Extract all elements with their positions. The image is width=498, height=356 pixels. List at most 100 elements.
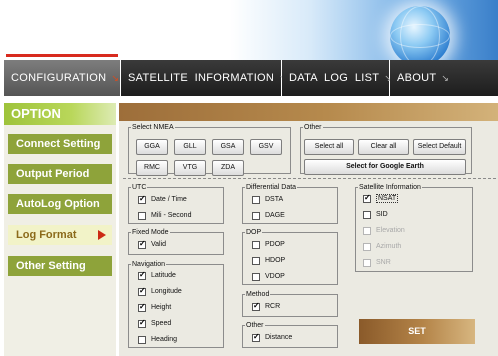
- sat-nsat-checkbox[interactable]: NSAT: [363, 193, 399, 204]
- checkbox-checked[interactable]: [138, 302, 146, 312]
- nmea-vtg-button[interactable]: VTG: [174, 160, 206, 176]
- tab-about-label: ABOUT: [397, 72, 437, 84]
- tab-data-log-list-label: DATA LOG LIST: [289, 72, 380, 84]
- utc-group: UTC Date / Time Mili - Second: [128, 184, 224, 224]
- sidebar-item-label: Other Setting: [16, 260, 86, 272]
- clear-all-button[interactable]: Clear all: [358, 139, 409, 155]
- section-divider: [123, 178, 496, 179]
- checkbox-label: Azimuth: [376, 243, 402, 250]
- tab-satellite-information-label: SATELLITE INFORMATION: [128, 72, 275, 84]
- nav-height-checkbox[interactable]: Height: [138, 302, 171, 313]
- checkbox-checked[interactable]: [138, 239, 146, 249]
- checkbox-label: Height: [151, 304, 172, 311]
- navigation-group: Navigation Latitude Longitude Height Spe…: [128, 261, 224, 348]
- tab-data-log-list[interactable]: DATA LOG LIST ↘: [282, 60, 392, 96]
- dop-legend: DOP: [246, 229, 262, 236]
- navigation-legend: Navigation: [132, 261, 166, 268]
- checkbox-checked[interactable]: [252, 301, 260, 311]
- checkbox-unchecked[interactable]: [252, 195, 260, 204]
- differential-data-legend: Differential Data: [246, 184, 297, 191]
- header-accent-line: [6, 54, 118, 57]
- nmea-gsv-button[interactable]: GSV: [250, 139, 282, 155]
- fixed-mode-group: Fixed Mode Valid: [128, 229, 224, 255]
- arrow-down-right-icon: ↘: [441, 72, 450, 83]
- fixed-mode-legend: Fixed Mode: [132, 229, 169, 236]
- method-group: Method RCR: [242, 291, 338, 317]
- checkbox-unchecked[interactable]: [138, 335, 146, 344]
- checkbox-unchecked[interactable]: [138, 211, 146, 220]
- checkbox-unchecked[interactable]: [252, 256, 260, 265]
- select-for-google-earth-button[interactable]: Select for Google Earth: [304, 159, 466, 175]
- dop-hdop-checkbox[interactable]: HDOP: [252, 255, 285, 266]
- nmea-zda-button[interactable]: ZDA: [212, 160, 244, 176]
- diff-dage-checkbox[interactable]: DAGE: [252, 210, 285, 221]
- nmea-rmc-button[interactable]: RMC: [136, 160, 168, 176]
- checkbox-checked[interactable]: [363, 193, 371, 203]
- select-all-button[interactable]: Select all: [304, 139, 354, 155]
- checkbox-label: PDOP: [265, 241, 285, 248]
- checkbox-label: SID: [376, 211, 388, 218]
- checkbox-unchecked[interactable]: [252, 272, 260, 281]
- set-button[interactable]: SET: [359, 319, 475, 344]
- checkbox-checked[interactable]: [138, 270, 146, 280]
- nmea-gll-button[interactable]: GLL: [174, 139, 206, 155]
- fixed-mode-valid-checkbox[interactable]: Valid: [138, 239, 166, 250]
- checkbox-label: Distance: [265, 334, 293, 341]
- checkbox-unchecked[interactable]: [252, 240, 260, 249]
- globe-icon: [390, 6, 450, 60]
- sidebar-item-autolog-option[interactable]: AutoLog Option: [8, 194, 112, 214]
- sidebar-item-log-format[interactable]: Log Format: [8, 225, 112, 245]
- checkbox-label: Longitude: [151, 288, 182, 295]
- sidebar: OPTION Connect Setting Output Period Aut…: [4, 103, 116, 356]
- checkbox-disabled: [363, 242, 371, 251]
- checkbox-unchecked[interactable]: [252, 211, 260, 220]
- nav-longitude-checkbox[interactable]: Longitude: [138, 286, 182, 297]
- dop-group: DOP PDOP HDOP VDOP: [242, 229, 338, 285]
- checkbox-label: Heading: [151, 336, 178, 343]
- dop-vdop-checkbox[interactable]: VDOP: [252, 271, 285, 282]
- dop-pdop-checkbox[interactable]: PDOP: [252, 239, 285, 250]
- diff-dsta-checkbox[interactable]: DSTA: [252, 194, 283, 205]
- sidebar-item-other-setting[interactable]: Other Setting: [8, 256, 112, 276]
- utc-mili-second-checkbox[interactable]: Mili - Second: [138, 210, 191, 221]
- checkbox-label: Valid: [151, 241, 167, 248]
- tab-configuration[interactable]: CONFIGURATION ↘: [4, 60, 121, 96]
- utc-date-time-checkbox[interactable]: Date / Time: [138, 194, 187, 205]
- utc-legend: UTC: [132, 184, 147, 191]
- checkbox-checked[interactable]: [138, 286, 146, 296]
- satellite-information-group: Satellite Information NSAT SID Elevation…: [355, 184, 473, 272]
- other-bottom-legend: Other: [246, 322, 264, 329]
- select-default-button[interactable]: Select Default: [413, 139, 466, 155]
- checkbox-label: VDOP: [265, 273, 285, 280]
- checkbox-label: HDOP: [265, 257, 286, 264]
- tab-about[interactable]: ABOUT ↘: [390, 60, 498, 96]
- differential-data-group: Differential Data DSTA DAGE: [242, 184, 338, 224]
- nav-speed-checkbox[interactable]: Speed: [138, 318, 171, 329]
- checkbox-checked[interactable]: [138, 194, 146, 204]
- sidebar-item-output-period[interactable]: Output Period: [8, 164, 112, 184]
- log-format-panel: Select NMEA GGA GLL GSA GSV RMC VTG ZDA …: [119, 103, 498, 356]
- nav-latitude-checkbox[interactable]: Latitude: [138, 270, 176, 281]
- nav-heading-checkbox[interactable]: Heading: [138, 334, 177, 345]
- panel-header-bar: [119, 103, 498, 121]
- nmea-gsa-button[interactable]: GSA: [212, 139, 244, 155]
- arrow-right-icon: [98, 230, 106, 240]
- method-rcr-checkbox[interactable]: RCR: [252, 301, 280, 312]
- sidebar-item-connect-setting[interactable]: Connect Setting: [8, 134, 112, 154]
- other-distance-checkbox[interactable]: Distance: [252, 332, 292, 343]
- tab-satellite-information[interactable]: SATELLITE INFORMATION ↘: [121, 60, 287, 96]
- sat-sid-checkbox[interactable]: SID: [363, 209, 388, 220]
- checkbox-unchecked[interactable]: [363, 210, 371, 219]
- checkbox-label: Latitude: [151, 272, 176, 279]
- sidebar-item-label: Log Format: [16, 229, 77, 241]
- checkbox-label: Mili - Second: [151, 212, 192, 219]
- top-nav: CONFIGURATION ↘ SATELLITE INFORMATION ↘ …: [4, 60, 498, 96]
- checkbox-checked[interactable]: [138, 318, 146, 328]
- checkbox-label: DAGE: [265, 212, 285, 219]
- checkbox-disabled: [363, 258, 371, 267]
- satellite-information-legend: Satellite Information: [359, 184, 421, 191]
- nmea-gga-button[interactable]: GGA: [136, 139, 168, 155]
- checkbox-checked[interactable]: [252, 332, 260, 342]
- sidebar-title: OPTION: [4, 103, 116, 125]
- checkbox-label: NSAT: [376, 194, 399, 203]
